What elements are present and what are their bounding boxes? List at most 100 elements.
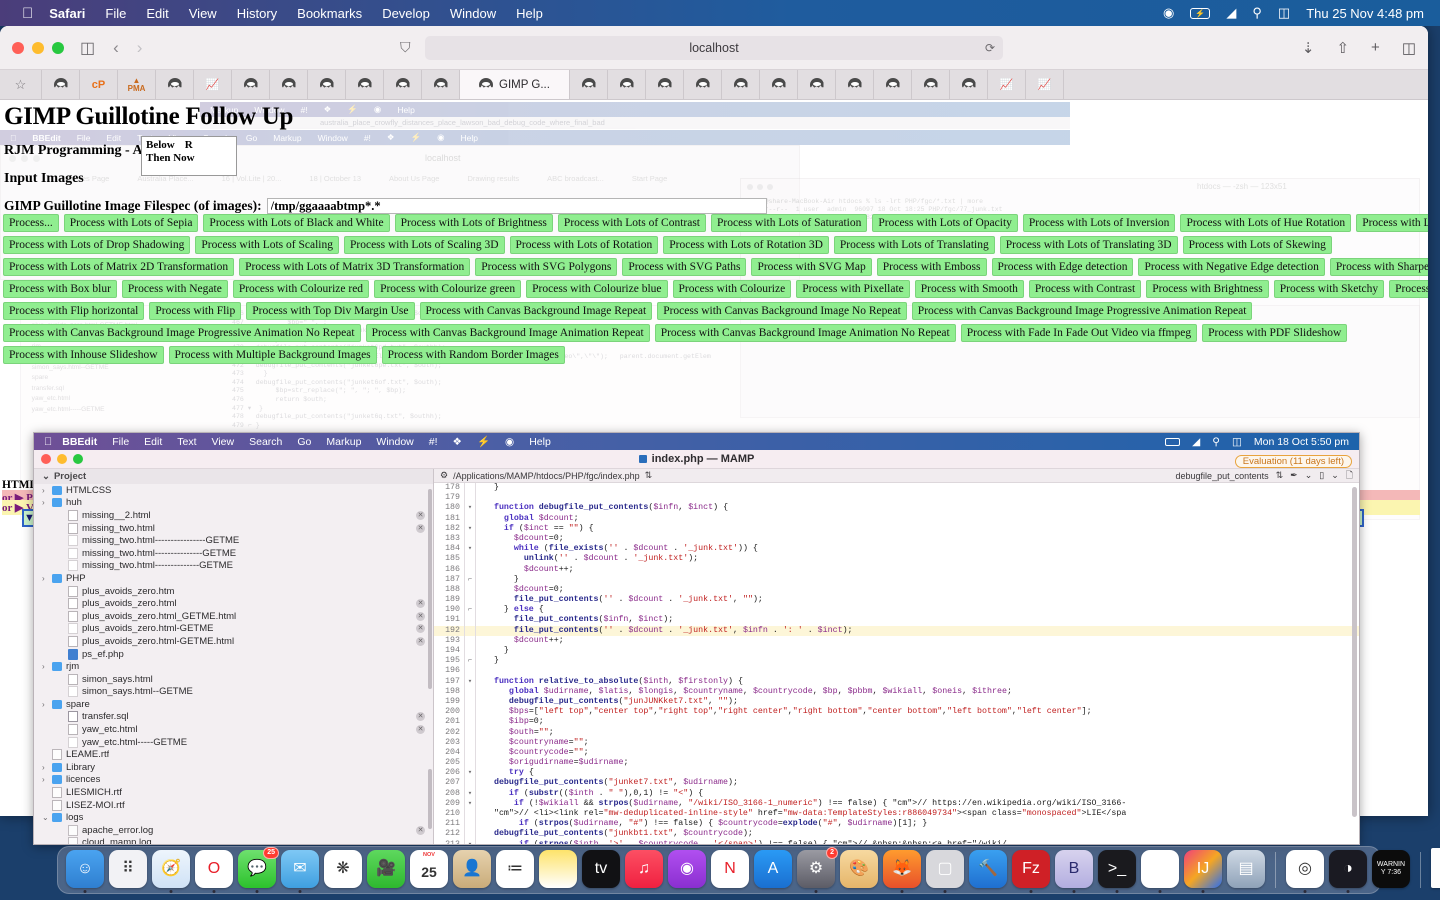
tab-gimp-3[interactable] <box>232 70 270 99</box>
code-fold-toggle[interactable] <box>464 778 476 789</box>
project-file-row[interactable]: › HTMLCSS <box>34 484 433 497</box>
project-file-row[interactable]: missing_two.html----------------GETME <box>34 534 433 547</box>
code-fold-toggle[interactable] <box>464 533 476 545</box>
code-line[interactable]: 190 ⌐ } else { <box>434 605 1359 616</box>
tab-gimp-7[interactable] <box>384 70 422 99</box>
option-below[interactable]: Below <box>146 139 175 152</box>
process-button[interactable]: Process with Negate <box>121 280 228 298</box>
tab-gimp-2[interactable] <box>156 70 194 99</box>
process-button[interactable]: Process with Lots of Translating <box>833 236 995 254</box>
sidebar-scrollbar[interactable] <box>428 489 432 689</box>
menu-item-edit[interactable]: Edit <box>146 6 168 21</box>
project-file-row[interactable]: ps_ef.php <box>34 648 433 661</box>
close-file-icon[interactable]: ✕ <box>416 611 425 621</box>
close-file-icon[interactable]: ✕ <box>416 523 425 533</box>
close-file-icon[interactable]: ✕ <box>416 712 425 722</box>
process-button[interactable]: Process with Flip horizontal <box>3 302 145 320</box>
project-file-row[interactable]: apache_error.log ✕ <box>34 824 433 837</box>
code-line[interactable]: 189 file_put_contents('' . $dcount . '_j… <box>434 595 1359 606</box>
option-r[interactable]: R <box>185 139 193 152</box>
dock-icon-apple-tv[interactable]: tv <box>582 850 620 888</box>
process-button[interactable]: Process with Colourize <box>672 280 792 298</box>
tab-overview-icon[interactable]: ◫ <box>1402 39 1416 57</box>
code-line[interactable]: 183 $dcount=0; <box>434 533 1359 545</box>
project-file-row[interactable]: LISEZ-MOI.rtf <box>34 799 433 812</box>
process-button[interactable]: Process with Emboss <box>876 258 987 276</box>
pencil-icon[interactable]: ✒ <box>1290 470 1298 481</box>
project-file-row[interactable]: yaw_etc.html-----GETME <box>34 736 433 749</box>
dock-icon-preview[interactable]: 🎨 <box>840 850 878 888</box>
dock-icon-chrome[interactable]: ◎ <box>1286 850 1324 893</box>
display-menu-icon[interactable]: ◫ <box>1278 5 1290 21</box>
process-button[interactable]: Process with SVG Polygons <box>475 258 618 276</box>
new-tab-icon[interactable]: + <box>1371 39 1380 56</box>
code-line[interactable]: 201 $ibp=0; <box>434 717 1359 728</box>
menu-item-window[interactable]: Window <box>450 6 496 21</box>
code-fold-toggle[interactable] <box>464 595 476 606</box>
process-button[interactable]: Process with Lots of Scaling 3D <box>343 236 505 254</box>
code-fold-toggle[interactable]: ▾ <box>464 768 476 779</box>
bbedit-menu-file[interactable]: File <box>112 436 129 448</box>
code-line[interactable]: 211 if (strpos($udirname, "#") !== false… <box>434 819 1359 830</box>
code-fold-toggle[interactable]: ▾ <box>464 544 476 555</box>
process-button[interactable]: Process with Lots of Translating 3D <box>999 236 1178 254</box>
menu-bar-clock[interactable]: Thu 25 Nov 4:48 pm <box>1306 6 1424 21</box>
project-file-row[interactable]: › Library <box>34 761 433 774</box>
code-fold-toggle[interactable] <box>464 483 476 494</box>
tab-phpmyadmin[interactable]: ▲ PMA <box>118 70 156 99</box>
tab-gimp-8[interactable] <box>422 70 460 99</box>
search-icon[interactable]: ⚲ <box>1212 436 1220 448</box>
code-line[interactable]: 196 <box>434 666 1359 677</box>
path-chevron-icon[interactable]: ⇅ <box>645 470 653 481</box>
tab-cpanel[interactable]: cP <box>80 70 118 99</box>
menu-item-file[interactable]: File <box>105 6 126 21</box>
bbedit-menu-search[interactable]: Search <box>249 436 282 448</box>
bbedit-menu-bbedit[interactable]: BBEdit <box>62 436 97 448</box>
code-line[interactable]: 178 } <box>434 483 1359 494</box>
code-line[interactable]: 207 debugfile_put_contents("junket7.txt"… <box>434 778 1359 789</box>
code-line[interactable]: 210 "cm">// <li><link rel="mw-deduplicat… <box>434 809 1359 820</box>
process-button[interactable]: Process with Negative Edge detection <box>1138 258 1325 276</box>
code-fold-toggle[interactable] <box>464 564 476 575</box>
bbedit-menu-window[interactable]: Window <box>376 436 413 448</box>
process-button[interactable]: Process with SVG Map <box>751 258 872 276</box>
dock-icon-app-store[interactable]: A <box>754 850 792 888</box>
pencil-chevron-icon[interactable]: ⌄ <box>1305 470 1313 481</box>
disclosure-icon[interactable]: › <box>42 662 52 671</box>
process-button[interactable]: Process with Edge detection <box>991 258 1134 276</box>
dock-icon-music[interactable]: ♫ <box>625 850 663 888</box>
tab-gimp-10[interactable] <box>608 70 646 99</box>
code-line[interactable]: 180 ▾ function debugfile_put_contents($in… <box>434 503 1359 514</box>
process-button[interactable]: Process with Lots of Inversion <box>1022 214 1176 232</box>
menu-item-history[interactable]: History <box>237 6 277 21</box>
process-button[interactable]: Process with Multiple Background Images <box>168 346 377 364</box>
dock-icon-finder[interactable]: ☺ <box>66 850 104 893</box>
tab-gimp-13[interactable] <box>722 70 760 99</box>
process-button[interactable]: Process with Canvas Background Image No … <box>657 302 907 320</box>
project-file-row[interactable]: yaw_etc.html ✕ <box>34 723 433 736</box>
disclosure-icon[interactable]: ⌄ <box>42 813 52 822</box>
process-button[interactable]: Process with Canvas Background Image Ani… <box>365 324 650 342</box>
code-line[interactable]: 198 global $udirname, $latis, $longis, $… <box>434 686 1359 697</box>
wifi-icon[interactable]: ◢ <box>1226 5 1236 21</box>
sidebar-section-project[interactable]: ⌄ Project <box>34 469 433 484</box>
menu-item-safari[interactable]: Safari <box>49 6 85 21</box>
code-fold-toggle[interactable] <box>464 819 476 830</box>
process-button[interactable]: Process with Canvas Background Image Pro… <box>3 324 361 342</box>
process-button[interactable]: Process with Brightness <box>1146 280 1269 298</box>
process-button[interactable]: Process with Fade In Fade Out Video via … <box>960 324 1198 342</box>
code-line[interactable]: 193 $dcount++; <box>434 635 1359 646</box>
bolt-icon[interactable]: ⚡ <box>477 435 490 448</box>
search-icon[interactable]: ⚲ <box>1252 5 1262 21</box>
process-button[interactable]: Process with Colourize red <box>232 280 370 298</box>
reload-icon[interactable]: ⟳ <box>985 41 995 55</box>
project-file-list[interactable]: › HTMLCSS › huh missing__2.html ✕ missing_two.… <box>34 484 433 844</box>
code-line[interactable]: 179 <box>434 493 1359 504</box>
tab-gimp-15[interactable] <box>798 70 836 99</box>
dock-icon-filezilla[interactable]: Fz <box>1012 850 1050 893</box>
tab-chart-2[interactable]: 📈 <box>988 70 1026 99</box>
menu-item-bookmarks[interactable]: Bookmarks <box>297 6 362 21</box>
project-file-row[interactable]: LIESMICH.rtf <box>34 786 433 799</box>
bbedit-menu-markup[interactable]: Markup <box>326 436 361 448</box>
code-fold-toggle[interactable] <box>464 625 476 636</box>
